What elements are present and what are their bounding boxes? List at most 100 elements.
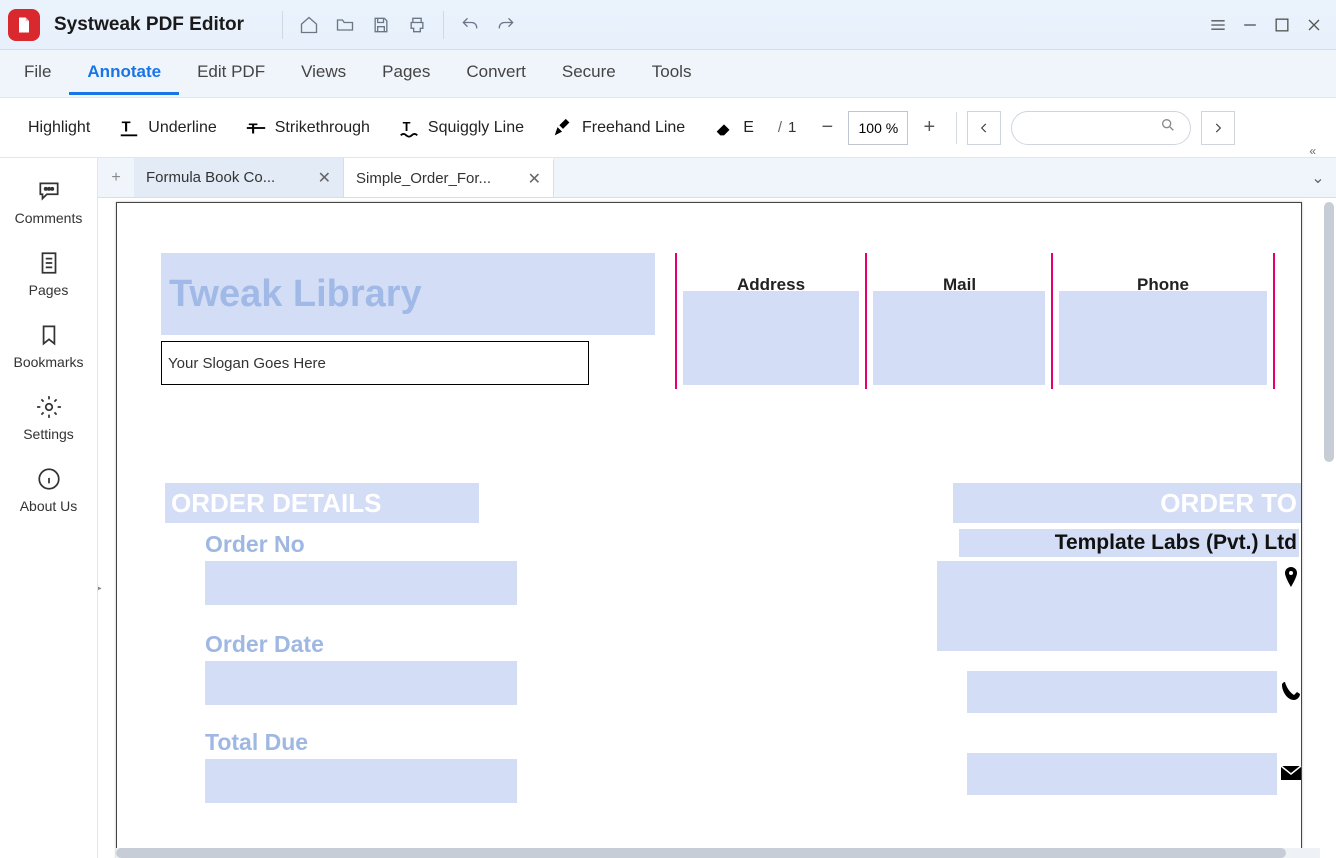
print-icon[interactable]	[399, 7, 435, 43]
app-title: Systweak PDF Editor	[54, 14, 244, 36]
svg-text:T: T	[403, 118, 411, 133]
tool-underline[interactable]: T Underline	[104, 109, 230, 147]
document-tab[interactable]: Formula Book Co... ✕	[134, 158, 344, 197]
search-icon	[1160, 117, 1176, 138]
comments-icon	[36, 178, 62, 204]
order-date-field[interactable]	[205, 661, 517, 705]
pdf-page: Tweak Library Your Slogan Goes Here Addr…	[116, 202, 1302, 858]
total-pages: 1	[788, 119, 796, 136]
document-scroll[interactable]: ◀▶ Tweak Library Your Slogan Goes Here A…	[98, 198, 1336, 858]
undo-icon[interactable]	[452, 7, 488, 43]
svg-text:T: T	[248, 121, 257, 137]
app-logo-icon	[8, 9, 40, 41]
menu-views[interactable]: Views	[283, 52, 364, 95]
sidebar-about[interactable]: About Us	[0, 460, 97, 520]
menu-pages[interactable]: Pages	[364, 52, 448, 95]
horizontal-scrollbar[interactable]	[116, 848, 1320, 858]
squiggly-icon: T	[398, 117, 420, 139]
divider	[1273, 253, 1275, 389]
tool-strikethrough[interactable]: T Strikethrough	[231, 109, 384, 147]
order-to-heading: ORDER TO	[953, 483, 1301, 523]
tab-label: Simple_Order_For...	[356, 170, 491, 187]
divider	[1051, 253, 1053, 389]
eraser-icon	[713, 117, 735, 139]
menu-secure[interactable]: Secure	[544, 52, 634, 95]
page-next-button[interactable]	[1201, 111, 1235, 145]
address-field[interactable]	[683, 291, 859, 385]
mail-field[interactable]	[873, 291, 1045, 385]
slogan-field[interactable]: Your Slogan Goes Here	[161, 341, 589, 385]
freehand-icon	[552, 117, 574, 139]
location-pin-icon	[1279, 565, 1303, 589]
zoom-out-button[interactable]: −	[810, 111, 844, 145]
sidebar-pages[interactable]: Pages	[0, 244, 97, 304]
info-icon	[36, 466, 62, 492]
tabs-collapse-icon[interactable]: «	[1309, 144, 1316, 158]
order-to-email-field[interactable]	[967, 753, 1277, 795]
tab-close-icon[interactable]: ✕	[528, 169, 541, 189]
sidebar-settings[interactable]: Settings	[0, 388, 97, 448]
underline-icon: T	[118, 117, 140, 139]
redo-icon[interactable]	[488, 7, 524, 43]
vertical-scrollbar[interactable]	[1324, 202, 1334, 850]
separator	[443, 11, 444, 39]
menu-edit-pdf[interactable]: Edit PDF	[179, 52, 283, 95]
sidebar-bookmarks[interactable]: Bookmarks	[0, 316, 97, 376]
separator	[956, 112, 957, 144]
tool-eraser[interactable]: E	[699, 109, 768, 147]
tab-label: Formula Book Co...	[146, 169, 275, 186]
title-bar: Systweak PDF Editor	[0, 0, 1336, 50]
pages-icon	[36, 250, 62, 276]
document-viewport: + Formula Book Co... ✕ Simple_Order_For.…	[98, 158, 1336, 858]
phone-icon	[1279, 679, 1303, 703]
phone-field[interactable]	[1059, 291, 1267, 385]
tool-squiggly[interactable]: T Squiggly Line	[384, 109, 538, 147]
sidebar-collapse-handle[interactable]: ◀▶	[98, 568, 100, 608]
menu-convert[interactable]: Convert	[448, 52, 544, 95]
total-due-field[interactable]	[205, 759, 517, 803]
save-icon[interactable]	[363, 7, 399, 43]
order-no-field[interactable]	[205, 561, 517, 605]
bookmark-icon	[36, 322, 62, 348]
menu-annotate[interactable]: Annotate	[69, 52, 179, 95]
total-due-label: Total Due	[205, 729, 308, 756]
zoom-in-button[interactable]: +	[912, 111, 946, 145]
svg-text:T: T	[122, 119, 131, 135]
document-tabs: + Formula Book Co... ✕ Simple_Order_For.…	[98, 158, 1336, 198]
tool-freehand[interactable]: Freehand Line	[538, 109, 699, 147]
annotate-toolbar: Highlight T Underline T Strikethrough T …	[0, 98, 1336, 158]
menu-bar: File Annotate Edit PDF Views Pages Conve…	[0, 50, 1336, 98]
page-prev-button[interactable]	[967, 111, 1001, 145]
strikethrough-icon: T	[245, 117, 267, 139]
close-icon[interactable]	[1300, 11, 1328, 39]
tab-close-icon[interactable]: ✕	[318, 168, 331, 188]
order-to-company: Template Labs (Pvt.) Ltd	[959, 529, 1299, 557]
separator	[282, 11, 283, 39]
maximize-icon[interactable]	[1268, 11, 1296, 39]
order-to-address-field[interactable]	[937, 561, 1277, 651]
page-indicator: / 1	[778, 119, 797, 136]
zoom-value[interactable]: 100 %	[848, 111, 908, 145]
add-tab-button[interactable]: +	[98, 158, 134, 197]
tabs-overflow-button[interactable]: ⌄	[1300, 158, 1336, 197]
main-area: Comments Pages Bookmarks Settings About …	[0, 158, 1336, 858]
document-tab[interactable]: Simple_Order_For... ✕	[344, 158, 554, 197]
hamburger-icon[interactable]	[1204, 11, 1232, 39]
gear-icon	[36, 394, 62, 420]
tool-highlight[interactable]: Highlight	[14, 111, 104, 145]
order-details-heading: ORDER DETAILS	[165, 483, 479, 523]
menu-tools[interactable]: Tools	[634, 52, 710, 95]
order-no-label: Order No	[205, 531, 305, 558]
divider	[675, 253, 677, 389]
envelope-icon	[1279, 761, 1303, 785]
sidebar-comments[interactable]: Comments	[0, 172, 97, 232]
open-folder-icon[interactable]	[327, 7, 363, 43]
divider	[865, 253, 867, 389]
home-icon[interactable]	[291, 7, 327, 43]
menu-file[interactable]: File	[6, 52, 69, 95]
search-input[interactable]	[1011, 111, 1191, 145]
left-sidebar: Comments Pages Bookmarks Settings About …	[0, 158, 98, 858]
minimize-icon[interactable]	[1236, 11, 1264, 39]
order-to-phone-field[interactable]	[967, 671, 1277, 713]
order-date-label: Order Date	[205, 631, 324, 658]
